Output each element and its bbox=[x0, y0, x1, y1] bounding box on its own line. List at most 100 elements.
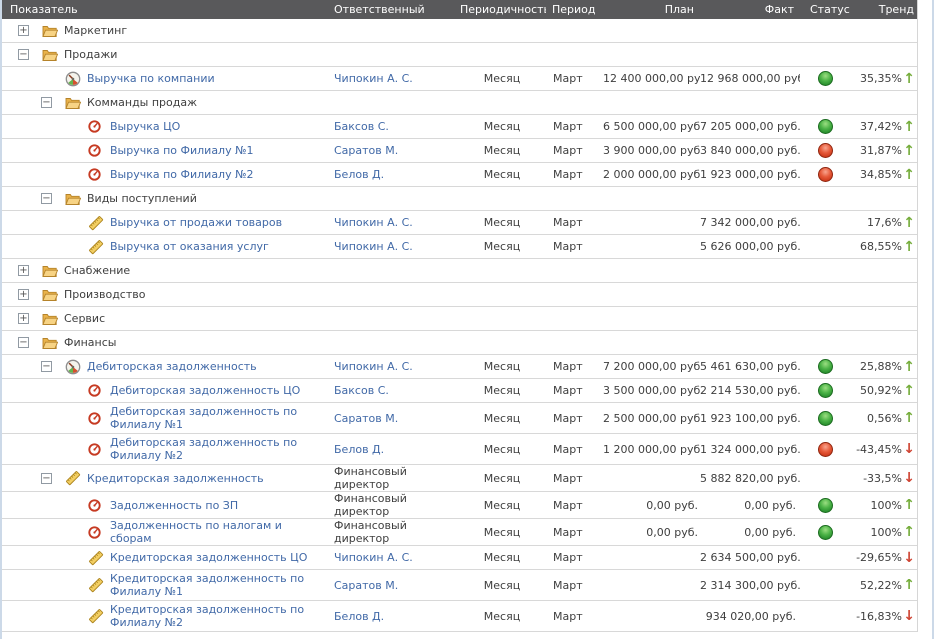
table-row[interactable]: Выручка от продажи товаров Чипокин А. С.… bbox=[2, 211, 917, 235]
indicator-name[interactable]: Кредиторская задолженность bbox=[87, 472, 272, 485]
indicator-name[interactable]: Выручка ЦО bbox=[110, 120, 188, 133]
arrow-up-icon: ↑ bbox=[902, 412, 915, 424]
expander-minus-icon[interactable]: − bbox=[41, 473, 65, 484]
expander-minus-icon[interactable]: − bbox=[18, 49, 42, 60]
responsible-cell[interactable]: Саратов М. bbox=[332, 579, 458, 592]
indicator-name[interactable]: Выручка от оказания услуг bbox=[110, 240, 277, 253]
table-row[interactable]: Выручка по компании Чипокин А. С. Месяц … bbox=[2, 67, 917, 91]
expander-toggle bbox=[64, 552, 88, 563]
table-row[interactable]: − Виды поступлений bbox=[2, 187, 917, 211]
indicator-name[interactable]: Снабжение bbox=[64, 264, 138, 277]
indicator-name[interactable]: Финансы bbox=[64, 336, 124, 349]
expander-toggle bbox=[64, 611, 88, 622]
table-row[interactable]: + Маркетинг bbox=[2, 19, 917, 43]
periodicity-cell: Месяц bbox=[458, 526, 546, 539]
responsible-cell[interactable]: Чипокин А. С. bbox=[332, 72, 458, 85]
status-cell bbox=[800, 525, 850, 540]
expander-plus-icon[interactable]: + bbox=[18, 313, 42, 324]
responsible-cell[interactable]: Чипокин А. С. bbox=[332, 216, 458, 229]
indicator-name[interactable]: Дебиторская задолженность bbox=[87, 360, 265, 373]
responsible-cell[interactable]: Чипокин А. С. bbox=[332, 240, 458, 253]
table-row[interactable]: + Производство bbox=[2, 283, 917, 307]
indicator-name[interactable]: Выручка от продажи товаров bbox=[110, 216, 290, 229]
indicator-name[interactable]: Комманды продаж bbox=[87, 96, 205, 109]
folder-icon bbox=[42, 336, 60, 350]
column-header-periodicity[interactable]: Периодичность bbox=[458, 3, 546, 16]
indicator-name[interactable]: Задолженность по ЗП bbox=[110, 499, 246, 512]
table-row[interactable]: Кредиторская задолженность ЦО Чипокин А.… bbox=[2, 546, 917, 570]
expander-minus-icon[interactable]: − bbox=[41, 193, 65, 204]
indicator-name[interactable]: Маркетинг bbox=[64, 24, 135, 37]
table-row[interactable]: Дебиторская задолженность по Филиалу №1 … bbox=[2, 403, 917, 434]
table-row[interactable]: Выручка по Филиалу №2 Белов Д. Месяц Мар… bbox=[2, 163, 917, 187]
indicator-name[interactable]: Дебиторская задолженность ЦО bbox=[110, 384, 308, 397]
table-row[interactable]: Кредиторская задолженность по Филиалу №2… bbox=[2, 601, 917, 632]
responsible-cell[interactable]: Чипокин А. С. bbox=[332, 360, 458, 373]
table-row[interactable]: − Финансы bbox=[2, 331, 917, 355]
indicator-name[interactable]: Выручка по Филиалу №1 bbox=[110, 144, 262, 157]
responsible-cell[interactable]: Баксов С. bbox=[332, 384, 458, 397]
table-row[interactable]: Выручка ЦО Баксов С. Месяц Март 6 500 00… bbox=[2, 115, 917, 139]
ruler-icon bbox=[88, 215, 106, 231]
table-row[interactable]: − Кредиторская задолженность Финансовый … bbox=[2, 465, 917, 492]
indicator-name[interactable]: Продажи bbox=[64, 48, 125, 61]
table-row[interactable]: Выручка от оказания услуг Чипокин А. С. … bbox=[2, 235, 917, 259]
dial-icon bbox=[88, 144, 106, 157]
ruler-icon bbox=[88, 577, 106, 593]
indicator-name[interactable]: Задолженность по налогам и сборам bbox=[110, 519, 332, 545]
trend-cell: 37,42% ↑ bbox=[850, 120, 918, 133]
indicator-name[interactable]: Дебиторская задолженность по Филиалу №2 bbox=[110, 436, 332, 462]
responsible-cell[interactable]: Белов Д. bbox=[332, 610, 458, 623]
expander-minus-icon[interactable]: − bbox=[41, 361, 65, 372]
table-row[interactable]: − Комманды продаж bbox=[2, 91, 917, 115]
responsible-cell[interactable]: Белов Д. bbox=[332, 168, 458, 181]
responsible-cell[interactable]: Баксов С. bbox=[332, 120, 458, 133]
indicator-name[interactable]: Кредиторская задолженность по Филиалу №2 bbox=[110, 603, 332, 629]
table-row[interactable]: − Дебиторская задолженность Чипокин А. С… bbox=[2, 355, 917, 379]
trend-cell: 35,35% ↑ bbox=[850, 72, 918, 85]
table-row[interactable]: Задолженность по налогам и сборам Финанс… bbox=[2, 519, 917, 546]
column-header-status[interactable]: Статус bbox=[800, 3, 850, 16]
responsible-cell[interactable]: Саратов М. bbox=[332, 412, 458, 425]
indicator-name[interactable]: Кредиторская задолженность ЦО bbox=[110, 551, 315, 564]
status-cell bbox=[800, 359, 850, 374]
table-row[interactable]: Задолженность по ЗП Финансовый директор … bbox=[2, 492, 917, 519]
trend-cell: 100% ↑ bbox=[850, 499, 918, 512]
column-header-trend[interactable]: Тренд bbox=[850, 3, 918, 16]
trend-cell: 31,87% ↑ bbox=[850, 144, 918, 157]
indicator-name[interactable]: Дебиторская задолженность по Филиалу №1 bbox=[110, 405, 332, 431]
column-header-fact[interactable]: Факт bbox=[700, 3, 800, 16]
table-row[interactable]: Выручка по Филиалу №1 Саратов М. Месяц М… bbox=[2, 139, 917, 163]
expander-plus-icon[interactable]: + bbox=[18, 25, 42, 36]
column-header-responsible[interactable]: Ответственный bbox=[332, 3, 458, 16]
indicator-name[interactable]: Кредиторская задолженность по Филиалу №1 bbox=[110, 572, 332, 598]
period-cell: Март bbox=[546, 168, 603, 181]
expander-minus-icon[interactable]: − bbox=[41, 97, 65, 108]
indicator-name[interactable]: Выручка по компании bbox=[87, 72, 223, 85]
plan-cell: 3 500 000,00 руб. bbox=[603, 384, 700, 397]
table-row[interactable]: + Сервис bbox=[2, 307, 917, 331]
expander-plus-icon[interactable]: + bbox=[18, 289, 42, 300]
expander-plus-icon[interactable]: + bbox=[18, 265, 42, 276]
indicator-name[interactable]: Сервис bbox=[64, 312, 113, 325]
column-header-plan[interactable]: План bbox=[603, 3, 700, 16]
period-cell: Март bbox=[546, 443, 603, 456]
indicator-name[interactable]: Виды поступлений bbox=[87, 192, 205, 205]
table-row[interactable]: Дебиторская задолженность по Филиалу №2 … bbox=[2, 434, 917, 465]
expander-minus-icon[interactable]: − bbox=[18, 337, 42, 348]
status-green-icon bbox=[818, 359, 833, 374]
column-header-period[interactable]: Период bbox=[546, 3, 603, 16]
indicator-cell: Выручка ЦО bbox=[2, 120, 332, 133]
indicator-name[interactable]: Выручка по Филиалу №2 bbox=[110, 168, 262, 181]
table-row[interactable]: Дебиторская задолженность ЦО Баксов С. М… bbox=[2, 379, 917, 403]
responsible-cell[interactable]: Чипокин А. С. bbox=[332, 551, 458, 564]
column-header-indicator[interactable]: Показатель bbox=[2, 3, 332, 16]
table-row[interactable]: − Продажи bbox=[2, 43, 917, 67]
folder-icon bbox=[42, 48, 60, 62]
indicator-name[interactable]: Производство bbox=[64, 288, 153, 301]
table-row[interactable]: Кредиторская задолженность по Филиалу №1… bbox=[2, 570, 917, 601]
fact-cell: 1 324 000,00 руб. bbox=[700, 443, 800, 456]
responsible-cell[interactable]: Белов Д. bbox=[332, 443, 458, 456]
table-row[interactable]: + Снабжение bbox=[2, 259, 917, 283]
responsible-cell[interactable]: Саратов М. bbox=[332, 144, 458, 157]
